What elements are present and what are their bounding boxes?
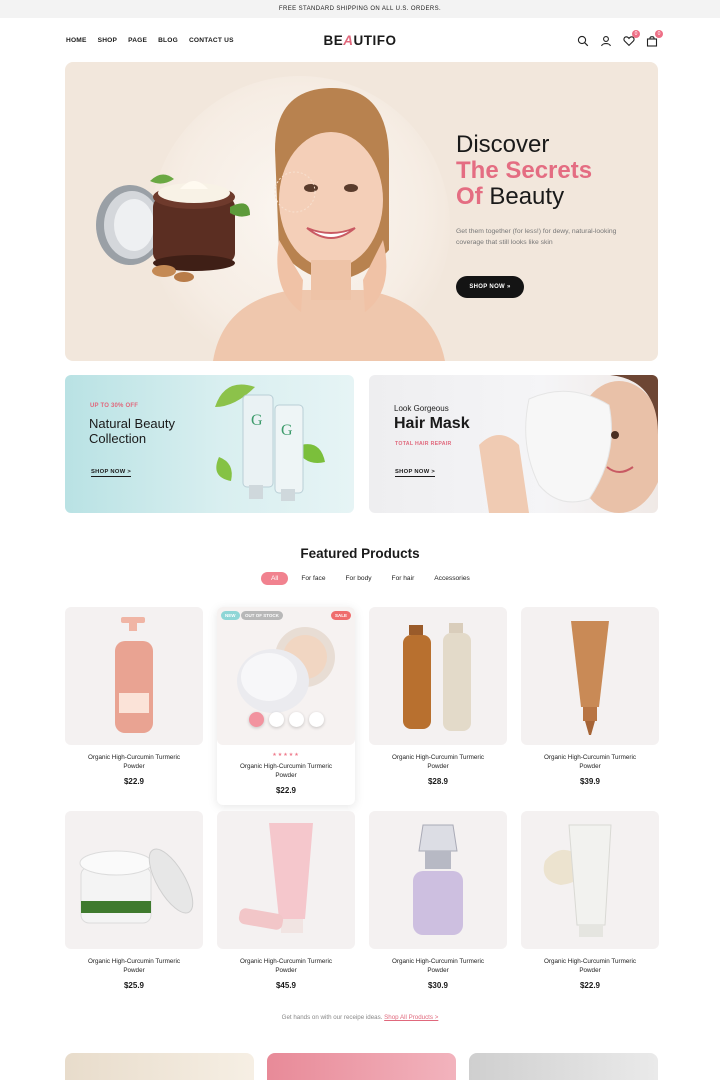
- tab-all[interactable]: All: [261, 572, 289, 585]
- badge-out-of-stock: OUT OF STOCK: [241, 611, 283, 620]
- cart-count-badge: 0: [655, 30, 663, 38]
- rating-stars: ★★★★★: [272, 752, 300, 758]
- logo-part2: UTIFO: [353, 33, 397, 48]
- sheet-mask-model-image: [479, 375, 658, 513]
- product-image[interactable]: [65, 607, 203, 745]
- product-card[interactable]: Organic High-Curcumin Turmeric Powder $2…: [65, 607, 203, 786]
- shop-all-note-text: Get hands on with our receipe ideas.: [281, 1014, 383, 1021]
- product-name[interactable]: Organic High-Curcumin Turmeric Powder: [369, 957, 507, 975]
- hero-shop-now-button[interactable]: SHOP NOW »: [456, 276, 524, 298]
- product-card[interactable]: Organic High-Curcumin Turmeric Powder $2…: [369, 607, 507, 786]
- promo1-title-line2: Collection: [89, 431, 147, 446]
- promo-hair-mask[interactable]: Look Gorgeous Hair Mask TOTAL HAIR REPAI…: [369, 375, 658, 513]
- tab-for-body[interactable]: For body: [339, 572, 379, 585]
- search-icon[interactable]: [577, 34, 589, 47]
- bottom-banner-1[interactable]: [65, 1053, 254, 1080]
- promo2-title: Hair Mask: [394, 415, 470, 432]
- product-filter-tabs: All For face For body For hair Accessori…: [261, 572, 477, 585]
- product-price: $39.9: [579, 777, 601, 786]
- header-icons: 0 0: [577, 30, 663, 47]
- logo-accent: A: [343, 33, 354, 48]
- product-name[interactable]: Organic High-Curcumin Turmeric Powder: [217, 762, 355, 780]
- svg-text:G: G: [251, 412, 263, 429]
- product-name[interactable]: Organic High-Curcumin Turmeric Powder: [521, 957, 659, 975]
- hero-title-line1: Discover: [456, 131, 550, 158]
- product-price: $45.9: [275, 981, 297, 990]
- product-card[interactable]: Organic High-Curcumin Turmeric Powder $3…: [521, 607, 659, 786]
- svg-text:G: G: [281, 422, 293, 439]
- product-price: $28.9: [427, 777, 449, 786]
- shop-all-products-link[interactable]: Shop All Products >: [384, 1014, 438, 1021]
- wishlist-count-badge: 0: [632, 30, 640, 38]
- promo1-title-line1: Natural Beauty: [89, 416, 175, 431]
- tab-for-face[interactable]: For face: [294, 572, 332, 585]
- promo2-kicker: Look Gorgeous: [394, 404, 449, 413]
- wishlist-heart-icon[interactable]: [289, 712, 304, 727]
- hero-banner: Discover The Secrets Of Beauty Get them …: [65, 62, 658, 361]
- product-quick-actions: [249, 712, 324, 727]
- shop-all-note: Get hands on with our receipe ideas. Sho…: [0, 1014, 720, 1021]
- hero-title-line2: The Secrets: [456, 157, 593, 184]
- hero-subtitle: Get them together (for less!) for dewy, …: [456, 228, 617, 246]
- product-name[interactable]: Organic High-Curcumin Turmeric Powder: [217, 957, 355, 975]
- model-portrait-image: [213, 87, 445, 361]
- bottom-banner-2[interactable]: [267, 1053, 456, 1080]
- badge-new: NEW: [221, 611, 240, 620]
- product-card[interactable]: Organic High-Curcumin Turmeric Powder $2…: [65, 811, 203, 990]
- hero-title-of: Of: [456, 183, 483, 210]
- product-name[interactable]: Organic High-Curcumin Turmeric Powder: [521, 753, 659, 771]
- logo-part1: BE: [323, 33, 344, 48]
- product-price: $22.9: [579, 981, 601, 990]
- promo2-shop-now-link[interactable]: SHOP NOW >: [395, 469, 436, 477]
- tab-accessories[interactable]: Accessories: [427, 572, 477, 585]
- product-image[interactable]: [521, 607, 659, 745]
- announcement-bar: FREE STANDARD SHIPPING ON ALL U.S. ORDER…: [0, 0, 720, 18]
- quick-view-icon[interactable]: [249, 712, 264, 727]
- product-price: $25.9: [123, 981, 145, 990]
- bottom-banner-3[interactable]: [469, 1053, 658, 1080]
- product-price: $30.9: [427, 981, 449, 990]
- heart-icon[interactable]: 0: [623, 30, 640, 47]
- promo-natural-beauty[interactable]: UP TO 30% OFF Natural Beauty Collection …: [65, 375, 354, 513]
- product-card[interactable]: Organic High-Curcumin Turmeric Powder $2…: [521, 811, 659, 990]
- compare-shuffle-icon[interactable]: [309, 712, 324, 727]
- product-name[interactable]: Organic High-Curcumin Turmeric Powder: [369, 753, 507, 771]
- announcement-text: FREE STANDARD SHIPPING ON ALL U.S. ORDER…: [278, 6, 442, 12]
- hero-text-block: Discover The Secrets Of Beauty Get them …: [456, 132, 631, 298]
- product-image[interactable]: [521, 811, 659, 949]
- product-card-hovered[interactable]: NEW OUT OF STOCK SALE ★★★★★ Organic High…: [217, 607, 355, 805]
- product-image[interactable]: NEW OUT OF STOCK SALE: [217, 607, 355, 745]
- eye-icon[interactable]: [269, 712, 284, 727]
- user-icon[interactable]: [600, 34, 612, 47]
- badge-sale: SALE: [330, 611, 351, 620]
- product-price: $22.9: [123, 777, 145, 786]
- product-price: $22.9: [275, 786, 297, 795]
- product-image[interactable]: [65, 811, 203, 949]
- featured-products-title: Featured Products: [300, 546, 420, 561]
- product-image[interactable]: [217, 811, 355, 949]
- tab-for-hair[interactable]: For hair: [385, 572, 422, 585]
- skincare-tubes-image: G G: [215, 384, 325, 501]
- product-image[interactable]: [369, 607, 507, 745]
- product-card[interactable]: Organic High-Curcumin Turmeric Powder $4…: [217, 811, 355, 990]
- product-image[interactable]: [369, 811, 507, 949]
- product-name[interactable]: Organic High-Curcumin Turmeric Powder: [65, 957, 203, 975]
- bag-icon[interactable]: 0: [646, 30, 663, 47]
- promo1-shop-now-link[interactable]: SHOP NOW >: [91, 469, 132, 477]
- promo2-subtitle: TOTAL HAIR REPAIR: [395, 441, 452, 447]
- hero-title-beauty: Beauty: [489, 183, 565, 210]
- product-card[interactable]: Organic High-Curcumin Turmeric Powder $3…: [369, 811, 507, 990]
- promo1-kicker: UP TO 30% OFF: [90, 403, 139, 409]
- hero-title-line3: Of Beauty: [456, 184, 631, 210]
- product-name[interactable]: Organic High-Curcumin Turmeric Powder: [65, 753, 203, 771]
